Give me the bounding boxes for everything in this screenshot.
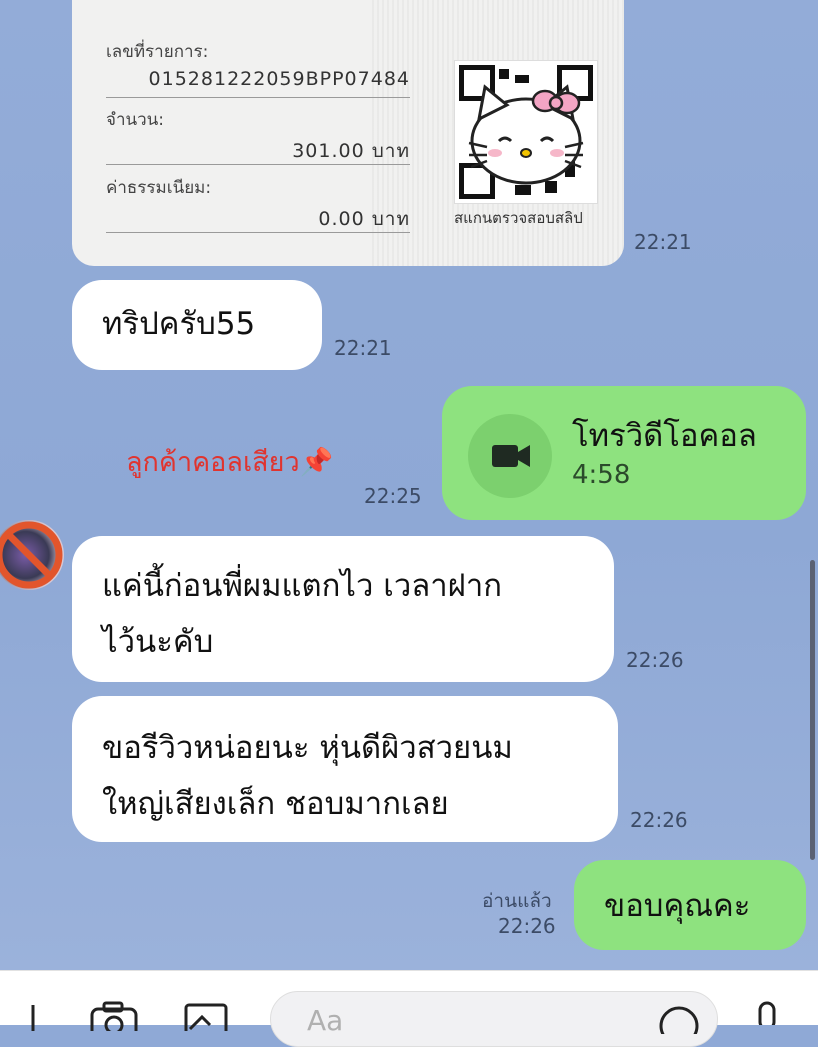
qr-code [454,60,598,204]
message-text-line-2: ใหญ่เสียงเล็ก ชอบมากเลย [102,786,449,822]
divider [106,164,410,165]
message-text-line-1: แค่นี้ก่อนพี่ผมแตกไว เวลาฝาก [102,568,503,604]
message-input[interactable]: Aa [270,991,718,1047]
microphone-icon[interactable] [752,999,782,1025]
message-text-line-2: ไว้นะคับ [102,624,214,660]
video-call-bubble[interactable]: โทรวิดีโอคอล 4:58 [442,386,806,520]
image-icon[interactable] [180,999,232,1031]
video-camera-icon [492,445,530,467]
camera-icon[interactable] [88,999,140,1031]
slip-ref-label: เลขที่รายการ: [106,42,209,62]
slip-amount-label: จำนวน: [106,110,165,130]
video-call-title: โทรวิดีโอคอล [572,418,757,454]
slip-ref-value: 015281222059BPP07484 [148,68,410,90]
read-receipt: อ่านแล้ว [482,890,552,912]
annotation-text: ลูกค้าคอลเสียว📌 [126,447,334,478]
message-time: 22:26 [630,808,688,832]
message-text: ทริปครับ55 [102,306,256,342]
message-time: 22:26 [498,914,556,938]
message-time: 22:25 [364,484,422,508]
scrollbar[interactable] [810,560,815,860]
message-time: 22:21 [334,336,392,360]
message-bubble-received[interactable]: ขอรีวิวหน่อยนะ หุ่นดีผิวสวยนม ใหญ่เสียงเ… [72,696,618,842]
video-call-duration: 4:58 [572,460,631,490]
emoji-icon[interactable] [657,1004,701,1034]
plus-icon[interactable] [18,1001,48,1031]
message-text-line-1: ขอรีวิวหน่อยนะ หุ่นดีผิวสวยนม [102,730,513,766]
video-call-icon-circle [468,414,552,498]
divider [106,232,410,233]
slip-qr-caption: สแกนตรวจสอบสลิป [454,209,583,227]
message-bubble-received[interactable]: ทริปครับ55 [72,280,322,370]
message-input-placeholder: Aa [307,1004,344,1037]
message-text: ขอบคุณคะ [604,888,751,924]
message-time: 22:26 [626,648,684,672]
message-time: 22:21 [634,230,692,254]
input-bar: Aa [0,970,818,1047]
message-bubble-sent[interactable]: ขอบคุณคะ [574,860,806,950]
divider [106,97,410,98]
slip-fee-label: ค่าธรรมเนียม: [106,178,212,198]
slip-fee-value: 0.00 บาท [318,208,410,230]
message-bubble-received[interactable]: แค่นี้ก่อนพี่ผมแตกไว เวลาฝาก ไว้นะคับ [72,536,614,682]
payment-slip-image[interactable]: เลขที่รายการ: 015281222059BPP07484 จำนวน… [72,0,624,266]
hello-kitty-icon [468,84,584,185]
slip-amount-value: 301.00 บาท [292,140,410,162]
